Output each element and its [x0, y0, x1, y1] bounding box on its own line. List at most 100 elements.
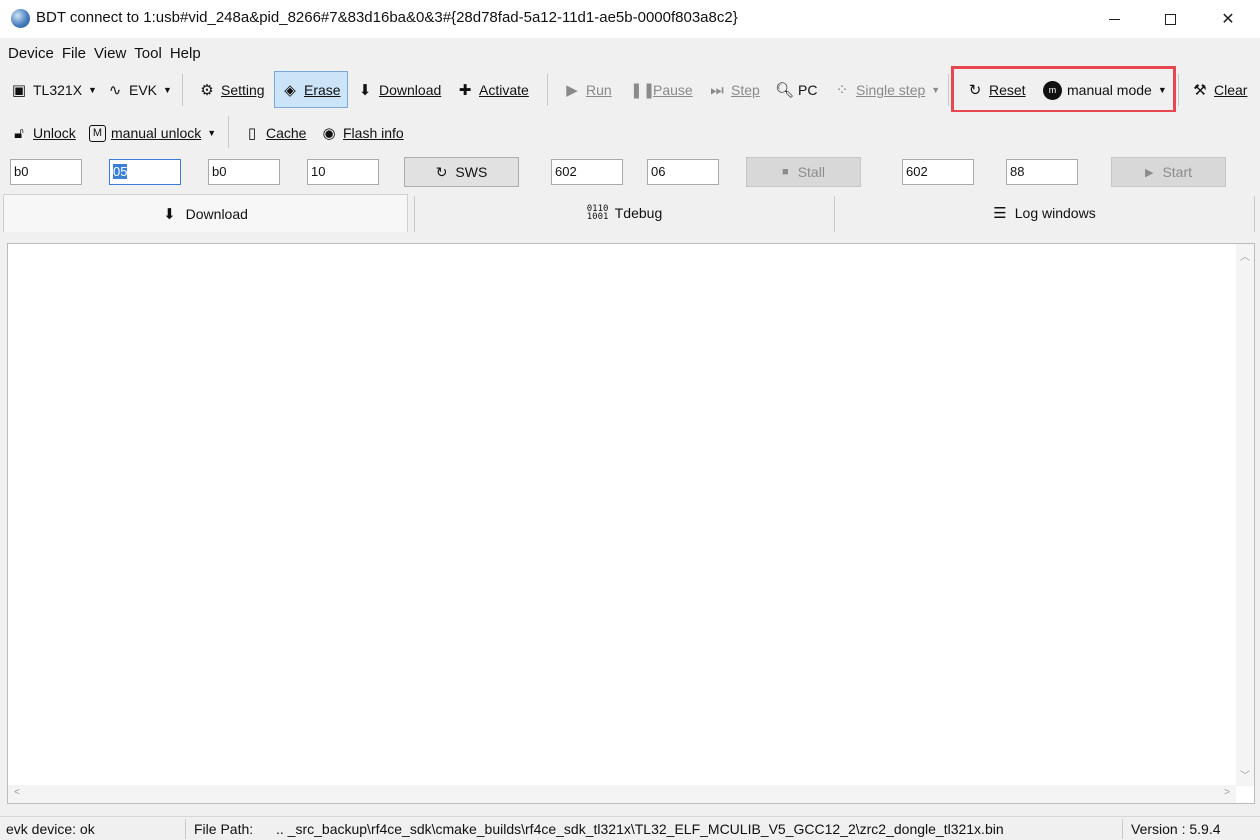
stall-button[interactable]: ■ Stall: [746, 157, 861, 187]
chevron-down-icon: ▼: [163, 85, 172, 95]
register-field-5[interactable]: 602: [551, 159, 623, 185]
sws-button[interactable]: ↻ SWS: [404, 157, 519, 187]
board-label: EVK: [129, 82, 158, 98]
step-button[interactable]: ⏭ Step: [708, 78, 760, 102]
register-field-4[interactable]: 10: [307, 159, 379, 185]
toolbar-separator: [948, 74, 949, 106]
vertical-scrollbar[interactable]: ︿ ﹀: [1236, 244, 1254, 786]
tab-download-label: Download: [185, 205, 248, 222]
chevron-down-icon: ▼: [931, 85, 941, 95]
chevron-down-icon: ▼: [88, 85, 97, 95]
scroll-down-icon[interactable]: ﹀: [1240, 767, 1250, 782]
play-icon: ▶: [1144, 166, 1154, 179]
window-title: BDT connect to 1:usb#vid_248a&pid_8266#7…: [36, 9, 738, 26]
register-field-2[interactable]: 05: [109, 159, 181, 185]
minimize-button[interactable]: [1086, 0, 1142, 38]
scroll-up-icon[interactable]: ︿: [1240, 248, 1250, 263]
pc-button[interactable]: 🔍︎ PC: [775, 78, 817, 102]
title-bar: BDT connect to 1:usb#vid_248a&pid_8266#7…: [0, 0, 1260, 38]
toolbar-separator: [182, 74, 183, 106]
tab-log-windows-label: Log windows: [1014, 205, 1096, 221]
gear-icon: ⚙: [200, 82, 214, 99]
maximize-button[interactable]: [1142, 0, 1198, 38]
stop-square-icon: ■: [782, 166, 789, 178]
run-label: Run: [586, 82, 612, 98]
clear-button[interactable]: ⚒ Clear: [1191, 78, 1247, 102]
cache-button[interactable]: ▯ Cache: [243, 121, 307, 145]
maximize-icon: [1164, 13, 1176, 25]
eye-icon: ◉: [322, 125, 336, 142]
menu-view[interactable]: View: [94, 45, 126, 62]
board-select-dropdown[interactable]: ∿ EVK ▼: [106, 78, 172, 102]
close-button[interactable]: ✕: [1200, 0, 1256, 38]
tab-download[interactable]: ⬇ Download: [3, 194, 408, 232]
horizontal-scrollbar[interactable]: < >: [8, 785, 1236, 803]
broom-icon: ⚒: [1193, 82, 1207, 99]
register-field-6[interactable]: 06: [647, 159, 719, 185]
plus-icon: ✚: [458, 82, 472, 99]
toolbar-separator: [547, 74, 548, 106]
menu-file[interactable]: File: [62, 45, 86, 62]
chip-label: TL321X: [33, 82, 83, 98]
manual-unlock-dropdown[interactable]: M manual unlock ▼: [89, 121, 216, 145]
register-field-7[interactable]: 602: [902, 159, 974, 185]
pause-icon: ❚❚: [630, 82, 656, 99]
tab-bar: ⬇ Download 0110 1001 Tdebug ☰ Log windows: [0, 192, 1260, 234]
menu-bar: Device File View Tool Help: [0, 38, 1260, 68]
download-arrow-icon: ⬇: [163, 205, 176, 223]
download-label: Download: [379, 82, 442, 98]
menu-help[interactable]: Help: [170, 45, 201, 62]
register-field-3[interactable]: b0: [208, 159, 280, 185]
single-step-dropdown[interactable]: ⁘ Single step ▼: [833, 78, 941, 102]
pc-label: PC: [798, 82, 818, 98]
clear-label: Clear: [1214, 82, 1248, 98]
close-icon: ✕: [1221, 11, 1235, 28]
scroll-left-icon[interactable]: <: [14, 787, 20, 798]
register-toolbar: b0 05 b0 10 ↻ SWS 602 06 ■ Stall 602 88 …: [0, 154, 1260, 192]
single-step-label: Single step: [856, 82, 926, 98]
toolbar-separator: [1178, 74, 1179, 106]
register-field-8[interactable]: 88: [1006, 159, 1078, 185]
pause-button[interactable]: ❚❚ Pause: [630, 78, 693, 102]
secondary-toolbar: 🔓︎ Unlock M manual unlock ▼ ▯ Cache ◉ Fl…: [0, 112, 1260, 154]
setting-button[interactable]: ⚙ Setting: [198, 78, 264, 102]
unlock-button[interactable]: 🔓︎ Unlock: [10, 121, 76, 145]
footsteps-icon: ⁘: [835, 82, 849, 99]
step-label: Step: [731, 82, 760, 98]
chevron-down-icon: ▼: [207, 128, 217, 138]
m-square-icon: M: [89, 124, 106, 142]
list-icon: ☰: [993, 205, 1007, 222]
status-bar: evk device: ok File Path: .. _src_backup…: [0, 816, 1260, 840]
step-icon: ⏭: [710, 81, 724, 99]
menu-device[interactable]: Device: [8, 45, 54, 62]
menu-tool[interactable]: Tool: [134, 45, 162, 62]
version-label: Version : 5.9.4: [1131, 821, 1221, 837]
minimize-icon: [1108, 18, 1120, 20]
erase-label: Erase: [304, 82, 341, 98]
cache-label: Cache: [266, 125, 307, 141]
tab-divider: [1254, 196, 1255, 232]
toolbar-separator: [228, 116, 229, 148]
register-field-1[interactable]: b0: [10, 159, 82, 185]
erase-button[interactable]: ◈ Erase: [281, 78, 341, 102]
stall-label: Stall: [797, 164, 825, 180]
scroll-right-icon[interactable]: >: [1224, 787, 1230, 798]
output-panel[interactable]: ︿ ﹀ < >: [7, 243, 1255, 804]
run-button[interactable]: ▶ Run: [563, 78, 612, 102]
tab-tdebug-label: Tdebug: [614, 205, 663, 221]
flash-info-button[interactable]: ◉ Flash info: [320, 121, 403, 145]
sd-card-icon: ▯: [247, 125, 257, 142]
eraser-icon: ◈: [284, 82, 296, 99]
activate-button[interactable]: ✚ Activate: [456, 78, 529, 102]
tab-log-windows[interactable]: ☰ Log windows: [835, 194, 1254, 232]
register-field-2-value: 05: [113, 164, 128, 179]
binary-grid-icon: 0110 1001: [586, 204, 609, 222]
unlock-label: Unlock: [33, 125, 76, 141]
waveform-icon: ∿: [108, 82, 122, 99]
tab-tdebug[interactable]: 0110 1001 Tdebug: [415, 194, 834, 232]
start-button[interactable]: ▶ Start: [1111, 157, 1226, 187]
download-button[interactable]: ⬇ Download: [356, 78, 442, 102]
refresh-icon: ↻: [435, 163, 448, 180]
chip-icon: ▣: [11, 82, 27, 99]
chip-select-dropdown[interactable]: ▣ TL321X ▼: [10, 78, 97, 102]
